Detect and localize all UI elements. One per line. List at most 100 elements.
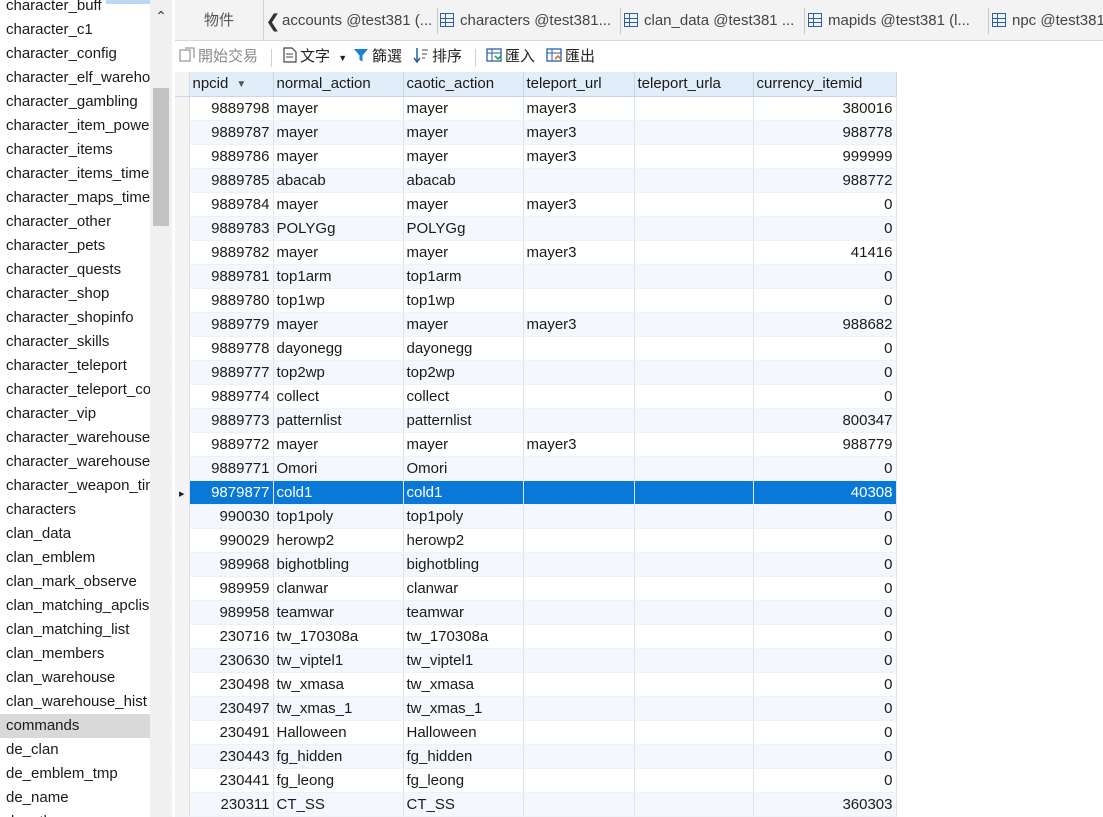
table-row[interactable]: 9889778 dayonegg dayonegg 0: [175, 336, 897, 361]
cell-npcid[interactable]: 9889778: [189, 336, 274, 361]
row-indicator[interactable]: [175, 768, 190, 793]
cell-currency-itemid[interactable]: 0: [753, 744, 897, 769]
row-indicator[interactable]: [175, 696, 190, 721]
tab-npc[interactable]: npc @test381: [992, 0, 1103, 40]
sidebar-item[interactable]: clan_warehouse_hist: [0, 690, 150, 714]
sort-button[interactable]: 排序: [413, 45, 462, 69]
sidebar-item[interactable]: clan_warehouse: [0, 666, 150, 690]
row-indicator[interactable]: [175, 96, 190, 121]
cell-normal-action[interactable]: dayonegg: [273, 336, 404, 361]
table-row[interactable]: 990029 herowp2 herowp2 0: [175, 528, 897, 553]
cell-teleport-urla[interactable]: [634, 192, 754, 217]
cell-normal-action[interactable]: mayer: [273, 144, 404, 169]
row-indicator[interactable]: [175, 672, 190, 697]
cell-teleport-urla[interactable]: [634, 744, 754, 769]
cell-currency-itemid[interactable]: 0: [753, 216, 897, 241]
cell-normal-action[interactable]: Omori: [273, 456, 404, 481]
data-grid[interactable]: npcid ▼ normal_action caotic_action telep…: [175, 72, 1103, 817]
table-row[interactable]: 9889785 abacab abacab 988772: [175, 168, 897, 193]
cell-teleport-urla[interactable]: [634, 624, 754, 649]
cell-npcid[interactable]: 230498: [189, 672, 274, 697]
sort-desc-icon[interactable]: ▼: [236, 79, 246, 90]
import-button[interactable]: 匯入: [486, 45, 535, 69]
cell-caotic-action[interactable]: tw_viptel1: [403, 648, 524, 673]
table-row[interactable]: 9889798 mayer mayer mayer3 380016: [175, 96, 897, 121]
cell-teleport-urla[interactable]: [634, 216, 754, 241]
export-button[interactable]: 匯出: [546, 45, 595, 69]
table-row[interactable]: ▸ 9879877 cold1 cold1 40308: [175, 480, 897, 505]
cell-npcid[interactable]: 989968: [189, 552, 274, 577]
row-indicator[interactable]: [175, 336, 190, 361]
cell-normal-action[interactable]: herowp2: [273, 528, 404, 553]
cell-npcid[interactable]: 989959: [189, 576, 274, 601]
sidebar-item[interactable]: clan_data: [0, 522, 150, 546]
cell-npcid[interactable]: 990030: [189, 504, 274, 529]
column-header-npcid[interactable]: npcid ▼: [189, 72, 274, 97]
table-row[interactable]: 230497 tw_xmas_1 tw_xmas_1 0: [175, 696, 897, 721]
cell-teleport-url[interactable]: [523, 768, 635, 793]
cell-teleport-urla[interactable]: [634, 264, 754, 289]
cell-currency-itemid[interactable]: 0: [753, 384, 897, 409]
cell-npcid[interactable]: 230630: [189, 648, 274, 673]
sidebar-item[interactable]: clan_matching_apclis: [0, 594, 150, 618]
sidebar-item[interactable]: characters: [0, 498, 150, 522]
cell-teleport-url[interactable]: [523, 744, 635, 769]
cell-caotic-action[interactable]: CT_SS: [403, 792, 524, 817]
cell-currency-itemid[interactable]: 0: [753, 576, 897, 601]
cell-teleport-url[interactable]: [523, 672, 635, 697]
text-view-button[interactable]: 文字 ▼: [283, 45, 347, 69]
cell-teleport-urla[interactable]: [634, 336, 754, 361]
table-row[interactable]: 9889787 mayer mayer mayer3 988778: [175, 120, 897, 145]
sidebar-item[interactable]: clan_matching_list: [0, 618, 150, 642]
row-indicator[interactable]: [175, 792, 190, 817]
scroll-up-icon[interactable]: ⌃: [150, 6, 172, 26]
table-row[interactable]: 9889774 collect collect 0: [175, 384, 897, 409]
cell-teleport-url[interactable]: [523, 480, 635, 505]
cell-currency-itemid[interactable]: 800347: [753, 408, 897, 433]
row-indicator[interactable]: [175, 360, 190, 385]
cell-currency-itemid[interactable]: 40308: [753, 480, 897, 505]
sidebar-item[interactable]: character_vip: [0, 402, 150, 426]
cell-caotic-action[interactable]: mayer: [403, 432, 524, 457]
cell-currency-itemid[interactable]: 0: [753, 456, 897, 481]
cell-caotic-action[interactable]: fg_hidden: [403, 744, 524, 769]
cell-teleport-url[interactable]: mayer3: [523, 432, 635, 457]
row-indicator[interactable]: [175, 600, 190, 625]
cell-normal-action[interactable]: POLYGg: [273, 216, 404, 241]
cell-npcid[interactable]: 9889771: [189, 456, 274, 481]
row-indicator[interactable]: [175, 384, 190, 409]
cell-caotic-action[interactable]: mayer: [403, 192, 524, 217]
sidebar-item[interactable]: de_other: [0, 810, 150, 817]
sidebar-item[interactable]: character_items_time: [0, 162, 150, 186]
sidebar-scrollbar[interactable]: ⌃: [150, 0, 172, 817]
cell-npcid[interactable]: 9889781: [189, 264, 274, 289]
cell-normal-action[interactable]: fg_hidden: [273, 744, 404, 769]
sidebar-item[interactable]: character_pets: [0, 234, 150, 258]
table-row[interactable]: 230491 Halloween Halloween 0: [175, 720, 897, 745]
tab-accounts[interactable]: accounts @test381 (...: [282, 0, 434, 40]
table-row[interactable]: 9889780 top1wp top1wp 0: [175, 288, 897, 313]
table-row[interactable]: 9889777 top2wp top2wp 0: [175, 360, 897, 385]
row-indicator[interactable]: ▸: [175, 480, 190, 505]
table-row[interactable]: 230441 fg_leong fg_leong 0: [175, 768, 897, 793]
row-indicator[interactable]: [175, 456, 190, 481]
cell-caotic-action[interactable]: clanwar: [403, 576, 524, 601]
cell-npcid[interactable]: 9889787: [189, 120, 274, 145]
cell-teleport-urla[interactable]: [634, 672, 754, 697]
cell-npcid[interactable]: 9879877: [189, 480, 274, 505]
cell-teleport-urla[interactable]: [634, 600, 754, 625]
sidebar-item[interactable]: de_name: [0, 786, 150, 810]
cell-caotic-action[interactable]: mayer: [403, 120, 524, 145]
sidebar-item[interactable]: commands: [0, 714, 150, 738]
cell-npcid[interactable]: 9889777: [189, 360, 274, 385]
cell-teleport-urla[interactable]: [634, 792, 754, 817]
row-indicator[interactable]: [175, 216, 190, 241]
cell-teleport-urla[interactable]: [634, 576, 754, 601]
sidebar-item[interactable]: character_config: [0, 42, 150, 66]
cell-currency-itemid[interactable]: 0: [753, 768, 897, 793]
cell-teleport-urla[interactable]: [634, 456, 754, 481]
cell-npcid[interactable]: 9889773: [189, 408, 274, 433]
cell-caotic-action[interactable]: herowp2: [403, 528, 524, 553]
cell-normal-action[interactable]: top2wp: [273, 360, 404, 385]
cell-npcid[interactable]: 9889774: [189, 384, 274, 409]
